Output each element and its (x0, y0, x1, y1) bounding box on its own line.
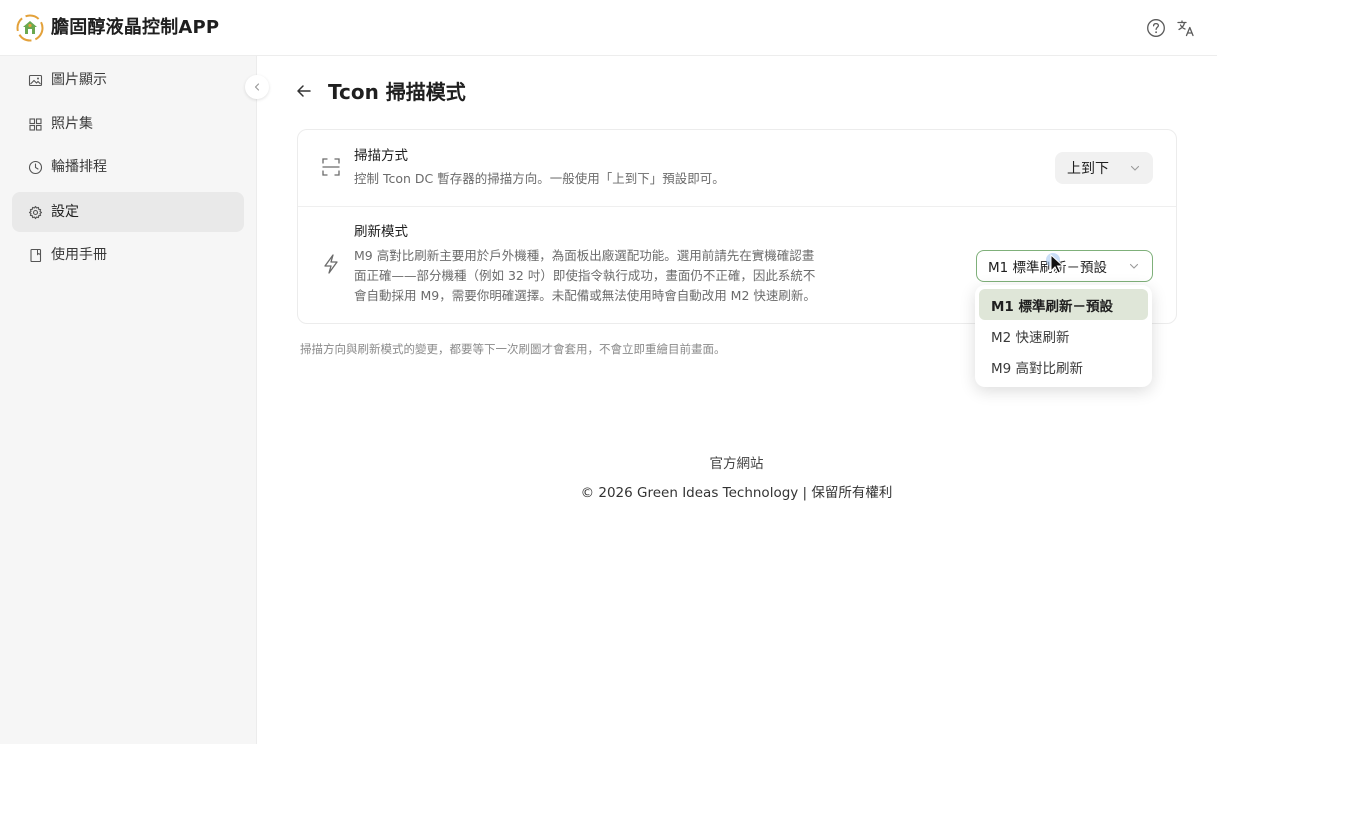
sidebar-item-label: 照片集 (51, 116, 93, 132)
app-window: 膽固醇液晶控制APP 圖片顯示 照片集 輪播排程 設定 使用手冊 Tcon 掃描… (0, 0, 1217, 744)
scan-direction-value: 上到下 (1067, 161, 1109, 177)
refresh-mode-description-line2: 面正確——部分機種（例如 32 吋）即使指令執行成功，畫面仍不正確，因此系統不 (354, 268, 816, 283)
refresh-mode-description-line3: 會自動採用 M9，需要你明確選擇。未配備或無法使用時會自動改用 M2 快速刷新。 (354, 288, 816, 303)
copyright-text: © 2026 Green Ideas Technology | 保留所有權利 (580, 485, 893, 501)
chevron-left-icon (254, 83, 260, 91)
arrow-left-icon[interactable] (295, 82, 313, 100)
clock-icon (28, 160, 43, 174)
refresh-mode-title: 刷新模式 (354, 224, 408, 240)
scan-frame-icon (322, 158, 340, 176)
row-divider (298, 206, 1176, 207)
footnote: 掃描方向與刷新模式的變更，都要等下一次刷圖才會套用，不會立即重繪目前畫面。 (300, 342, 726, 356)
sidebar-item-label: 圖片顯示 (51, 72, 107, 88)
scan-mode-title: 掃描方式 (354, 148, 408, 164)
chevron-down-icon (1129, 263, 1139, 269)
book-icon (30, 248, 42, 262)
scan-mode-description: 控制 Tcon DC 暫存器的掃描方向。一般使用「上到下」預設即可。 (354, 171, 725, 186)
translate-icon[interactable] (1176, 18, 1196, 38)
sidebar-item-carousel-schedule[interactable]: 輪播排程 (12, 147, 244, 187)
grid-icon (29, 117, 42, 131)
question-circle-icon[interactable] (1146, 18, 1166, 38)
page-title: Tcon 掃描模式 (328, 80, 466, 104)
image-icon (28, 74, 43, 86)
lightning-icon (324, 254, 338, 274)
mouse-cursor-icon (1046, 253, 1065, 274)
sidebar-item-photo-collection[interactable]: 照片集 (12, 104, 244, 144)
sidebar-item-label: 使用手冊 (51, 247, 107, 263)
official-website-link[interactable]: 官方網站 (0, 452, 1351, 472)
leaf-house-logo (16, 14, 44, 42)
sidebar-item-settings[interactable]: 設定 (12, 192, 244, 232)
sidebar-item-label: 設定 (51, 204, 79, 220)
refresh-mode-dropdown: M1 標準刷新－預設 M2 快速刷新 M9 高對比刷新 (975, 285, 1152, 387)
sidebar-item-label: 輪播排程 (51, 159, 107, 175)
scan-direction-select[interactable]: 上到下 (1055, 152, 1153, 184)
sidebar-item-user-manual[interactable]: 使用手冊 (12, 235, 244, 275)
sidebar: 圖片顯示 照片集 輪播排程 設定 使用手冊 (0, 56, 257, 744)
chevron-down-icon (1130, 165, 1140, 171)
sidebar-collapse-button[interactable] (245, 75, 269, 99)
top-header: 膽固醇液晶控制APP (0, 0, 1217, 56)
refresh-mode-description-line1: M9 高對比刷新主要用於戶外機種，為面板出廠選配功能。選用前請先在實機確認畫 (354, 248, 815, 263)
dropdown-option-m1[interactable]: M1 標準刷新－預設 (979, 289, 1148, 320)
app-title: 膽固醇液晶控制APP (51, 17, 220, 38)
sidebar-item-image-display[interactable]: 圖片顯示 (12, 60, 244, 100)
dropdown-option-m2[interactable]: M2 快速刷新 (979, 320, 1148, 351)
dropdown-option-m9[interactable]: M9 高對比刷新 (979, 351, 1148, 382)
gear-icon (28, 205, 43, 219)
